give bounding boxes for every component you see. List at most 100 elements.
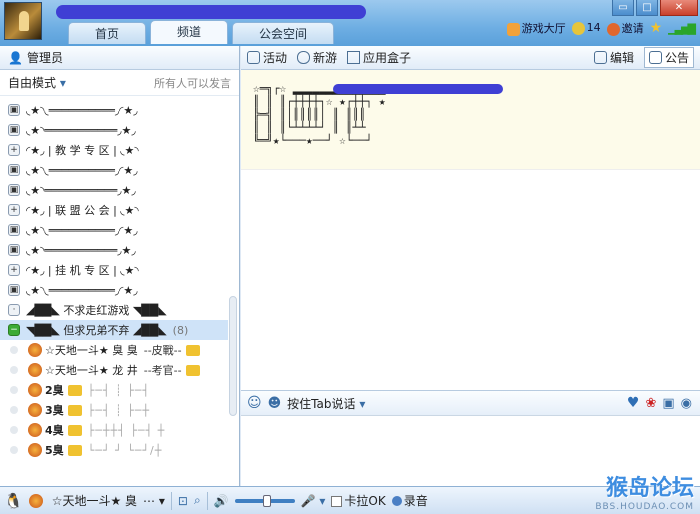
maximize-icon[interactable]: □ xyxy=(636,0,658,16)
channel-row[interactable]: ▣ ◟★◝◟══════════◞◜★◞ xyxy=(0,280,228,300)
talk-mode-select[interactable]: 按住Tab说话 ▾ xyxy=(287,395,365,412)
coins-badge[interactable]: 14 xyxy=(571,21,601,35)
channel-row[interactable]: ▣ ◟★◝═══════════◞★◞ xyxy=(0,240,228,260)
activity-button[interactable]: 活动 xyxy=(247,49,287,66)
coin-icon xyxy=(571,21,585,35)
penguin-icon[interactable]: 🐧 xyxy=(4,492,23,510)
chat-history[interactable] xyxy=(241,170,700,390)
search-icon[interactable]: ⌕ xyxy=(194,493,201,508)
input-toolbar: ☺ ☻ 按住Tab说话 ▾ ♥ ❀ ▣ ◉ xyxy=(241,390,700,416)
minimize-icon[interactable]: ▭ xyxy=(612,0,634,16)
status-dot xyxy=(10,406,18,414)
lock-icon: ▣ xyxy=(8,104,20,116)
member-row[interactable]: 4臭 ├─┼┼┤ ├─┤ ┼ xyxy=(0,420,228,440)
close-icon[interactable]: ✕ xyxy=(660,0,698,16)
invite-icon xyxy=(606,22,620,36)
member-icon xyxy=(28,443,42,457)
expand-icon[interactable]: + xyxy=(8,204,20,216)
volume-knob[interactable] xyxy=(262,494,271,507)
channel-logo[interactable] xyxy=(4,2,42,40)
channel-row[interactable]: ▣ ◟★◝◟══════════◞◜★◞ xyxy=(0,220,228,240)
status-dot xyxy=(10,366,18,374)
voice-avatar-icon[interactable]: ☻ xyxy=(268,396,282,411)
expand-icon[interactable]: + xyxy=(8,144,20,156)
lock-icon: ▣ xyxy=(8,164,20,176)
signal-icon: ▁▃▅▇ xyxy=(668,21,696,35)
more-icon[interactable]: ⋯ ▾ xyxy=(143,494,165,508)
new-game-button[interactable]: 新游 xyxy=(297,49,337,66)
channel-row[interactable]: + ◜★◞ | 挂 机 专 区 | ◟★◝ xyxy=(0,260,228,280)
left-panel: 👤 管理员 自由模式 ▾ 所有人可以发言 ▣ ◟★◝◟══════════◞◜★◞… xyxy=(0,46,240,486)
member-row[interactable]: ☆天地一斗★ 龙 井 --考官-- xyxy=(0,360,228,380)
member-row[interactable]: 2臭 ├─┤ ┊ ├─┤ xyxy=(0,380,228,400)
screenshot-icon[interactable]: ⊡ xyxy=(178,494,188,508)
microphone-icon[interactable]: 🎤 ▾ xyxy=(301,494,326,508)
status-dot xyxy=(10,446,18,454)
invite-button[interactable]: 邀请 xyxy=(606,20,644,36)
speaker-icon[interactable]: 🔊 xyxy=(214,494,229,508)
channel-row[interactable]: ▣ ◟★◝═══════════◞★◞ xyxy=(0,180,228,200)
star-icon[interactable]: ★ xyxy=(650,20,663,36)
channel-row[interactable]: ▣ ◟★◝═══════════◞★◞ xyxy=(0,120,228,140)
chevron-down-icon: ▾ xyxy=(59,76,66,90)
member-row[interactable]: 5臭 └─┘ ┘ └─┘/┼ xyxy=(0,440,228,460)
right-panel: 活动 新游 应用盒子 编辑 公告 ☆═╗┌☆ ▂▂▂▂▂▂▂▂▂▂▂▂▂▂ ║ … xyxy=(241,46,700,486)
notice-icon xyxy=(648,51,662,64)
notice-button[interactable]: 公告 xyxy=(643,47,694,68)
emoji-icon[interactable]: ☺ xyxy=(247,395,262,411)
main-tabs: 首页 频道 公会空间 xyxy=(68,20,335,44)
channel-row[interactable]: + ◜★◞ | 联 盟 公 会 | ◟★◝ xyxy=(0,200,228,220)
gift-icon[interactable]: ▣ xyxy=(662,396,674,411)
edit-icon xyxy=(593,51,607,64)
rose-icon[interactable]: ❀ xyxy=(645,396,656,411)
crown-icon xyxy=(185,364,200,376)
crown-icon xyxy=(67,444,82,456)
game-hall-icon xyxy=(506,22,520,36)
channel-row[interactable]: ▣ ◟★◝◟══════════◞◜★◞ xyxy=(0,160,228,180)
user-status-icon[interactable] xyxy=(28,493,43,508)
game-hall-button[interactable]: 游戏大厅 xyxy=(506,20,566,36)
expand-icon[interactable]: + xyxy=(8,264,20,276)
crown-icon xyxy=(67,404,82,416)
mode-select[interactable]: 自由模式 ▾ xyxy=(8,74,66,91)
list-scrollbar[interactable] xyxy=(229,296,237,416)
volume-slider[interactable] xyxy=(234,494,295,507)
chevron-down-icon: ▾ xyxy=(359,396,366,411)
redacted-notice-text xyxy=(333,84,503,94)
status-dot xyxy=(10,386,18,394)
lock-icon: ▣ xyxy=(8,124,20,136)
user-icon: 👤 xyxy=(8,50,23,65)
member-icon xyxy=(28,363,42,377)
activity-icon xyxy=(247,51,260,64)
current-user-name[interactable]: ☆天地一斗★ 臭 xyxy=(52,492,137,509)
member-icon xyxy=(28,423,42,437)
crown-icon xyxy=(67,384,82,396)
member-icon xyxy=(28,343,42,357)
right-toolbar: 活动 新游 应用盒子 编辑 公告 xyxy=(241,46,700,70)
edit-button[interactable]: 编辑 xyxy=(593,49,634,66)
channel-row[interactable]: + ◜★◞ | 教 学 专 区 | ◟★◝ xyxy=(0,140,228,160)
message-icon[interactable]: ◉ xyxy=(681,396,692,411)
lock-icon: ▣ xyxy=(8,184,20,196)
admin-bar[interactable]: 👤 管理员 xyxy=(0,46,239,70)
channel-list[interactable]: ▣ ◟★◝◟══════════◞◜★◞ ▣ ◟★◝═══════════◞★◞ +… xyxy=(0,100,228,486)
mode-hint: 所有人可以发言 xyxy=(154,76,231,90)
member-row[interactable]: ☆天地一斗★ 臭 臭 --皮戰-- xyxy=(0,340,228,360)
channel-row[interactable]: · ◢██◣ 不求走红游戏 ◥██◣ xyxy=(0,300,228,320)
karaoke-checkbox[interactable]: 卡拉OK xyxy=(331,492,386,509)
title-bar: ▭ □ ✕ 首页 频道 公会空间 游戏大厅 14 邀请 ★ ▁▃▅▇ xyxy=(0,0,700,46)
collapsed-icon[interactable]: · xyxy=(8,304,20,316)
lock-icon: ▣ xyxy=(8,284,20,296)
record-button[interactable]: 录音 xyxy=(391,492,428,509)
tab-home[interactable]: 首页 xyxy=(68,22,147,44)
tab-guild-space[interactable]: 公会空间 xyxy=(232,22,335,44)
heart-icon[interactable]: ♥ xyxy=(627,395,640,411)
collapse-icon[interactable]: − xyxy=(8,324,20,336)
watermark: 猴岛论坛 BBS.HOUDAO.COM xyxy=(595,476,694,512)
tab-channel[interactable]: 频道 xyxy=(150,20,229,44)
member-count: (8) xyxy=(172,323,189,337)
channel-row[interactable]: ▣ ◟★◝◟══════════◞◜★◞ xyxy=(0,100,228,120)
channel-row-selected[interactable]: − ◥██◣ 但求兄弟不弃 ◢██◣ (8) xyxy=(0,320,228,340)
member-row[interactable]: 3臭 ├─┤ ┊ ├─┼ xyxy=(0,400,228,420)
app-box-button[interactable]: 应用盒子 xyxy=(347,49,411,66)
